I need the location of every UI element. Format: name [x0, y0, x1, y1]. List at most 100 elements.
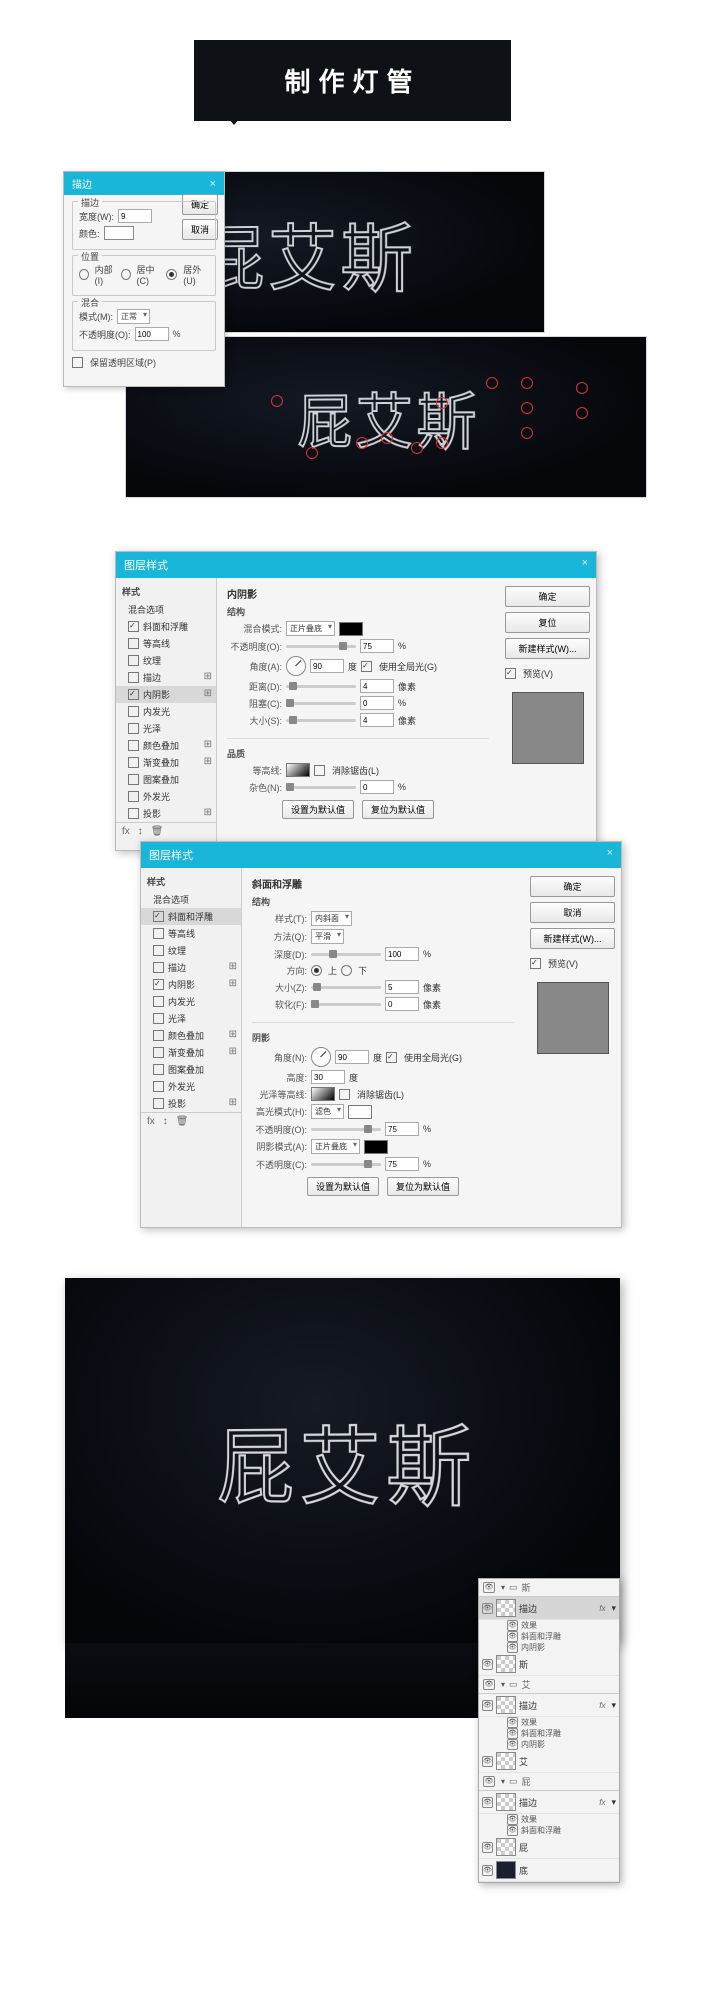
cancel-button[interactable]: 取消 [530, 902, 615, 923]
new-style-button[interactable]: 新建样式(W)... [505, 638, 590, 659]
gradient-overlay-item[interactable]: 渐变叠加⊞ [141, 1044, 241, 1061]
size-slider[interactable] [311, 986, 381, 989]
size-input[interactable] [360, 713, 394, 727]
eye-icon[interactable]: 👁 [482, 1756, 493, 1767]
dir-up-radio[interactable] [311, 965, 322, 976]
opacity-input[interactable] [360, 639, 394, 653]
highlight-opacity-input[interactable] [385, 1122, 419, 1136]
fx-icon[interactable]: fx [147, 1116, 155, 1127]
depth-input[interactable] [385, 947, 419, 961]
preview-check[interactable] [530, 958, 541, 969]
effect-row[interactable]: 👁效果 [479, 1814, 619, 1825]
satin-item[interactable]: 光泽 [141, 1010, 241, 1027]
effect-row[interactable]: 👁效果 [479, 1717, 619, 1728]
contour-picker[interactable] [286, 763, 310, 777]
arrow-icon[interactable]: ▾ [501, 1680, 505, 1689]
plus-icon[interactable]: ⊞ [229, 1097, 237, 1108]
noise-input[interactable] [360, 780, 394, 794]
drop-shadow-item[interactable]: 投影⊞ [116, 805, 216, 822]
layer-row[interactable]: 👁斯 [479, 1653, 619, 1676]
satin-item[interactable]: 光泽 [116, 720, 216, 737]
angle-input[interactable] [310, 659, 344, 673]
highlight-opacity-slider[interactable] [311, 1128, 381, 1131]
blend-options-item[interactable]: 混合选项 [116, 601, 216, 618]
eye-icon[interactable]: 👁 [482, 1700, 493, 1711]
eye-icon[interactable]: 👁 [483, 1679, 495, 1690]
texture-item[interactable]: 纹理 [116, 652, 216, 669]
layer-row[interactable]: 👁描边fx▾ [479, 1694, 619, 1717]
layer-row[interactable]: 👁底 [479, 1859, 619, 1882]
preserve-transparency-check[interactable] [72, 357, 83, 368]
angle-dial[interactable] [311, 1047, 331, 1067]
make-default-button[interactable]: 设置为默认值 [307, 1177, 379, 1196]
eye-icon[interactable]: 👁 [483, 1776, 495, 1787]
close-icon[interactable]: × [210, 178, 216, 190]
effect-row[interactable]: 👁内阴影 [479, 1739, 619, 1750]
shadow-opacity-input[interactable] [385, 1157, 419, 1171]
shadow-mode-select[interactable]: 正片叠底 [311, 1139, 360, 1154]
outer-glow-item[interactable]: 外发光 [141, 1078, 241, 1095]
distance-slider[interactable] [286, 685, 356, 688]
fx-icon[interactable]: fx [599, 1798, 608, 1807]
eye-icon[interactable]: 👁 [507, 1631, 518, 1642]
inner-shadow-item[interactable]: 内阴影⊞ [116, 686, 216, 703]
arrow-icon[interactable]: ↕ [138, 826, 143, 837]
shadow-color-swatch[interactable] [339, 622, 363, 636]
effect-row[interactable]: 👁效果 [479, 1620, 619, 1631]
layer-row[interactable]: 👁屁 [479, 1836, 619, 1859]
pos-outside-radio[interactable] [166, 269, 177, 280]
plus-icon[interactable]: ⊞ [229, 978, 237, 989]
size-input[interactable] [385, 980, 419, 994]
fx-icon[interactable]: fx [599, 1604, 608, 1613]
eye-icon[interactable]: 👁 [507, 1814, 518, 1825]
fx-icon[interactable]: fx [599, 1701, 608, 1710]
bevel-item[interactable]: 斜面和浮雕 [141, 908, 241, 925]
angle-dial[interactable] [286, 656, 306, 676]
eye-icon[interactable]: 👁 [507, 1739, 518, 1750]
eye-icon[interactable]: 👁 [482, 1659, 493, 1670]
plus-icon[interactable]: ⊞ [229, 961, 237, 972]
blend-options-item[interactable]: 混合选项 [141, 891, 241, 908]
soften-input[interactable] [385, 997, 419, 1011]
global-light-check[interactable] [361, 661, 372, 672]
inner-shadow-item[interactable]: 内阴影⊞ [141, 976, 241, 993]
close-icon[interactable]: × [607, 847, 613, 863]
reset-button[interactable]: 复位 [505, 612, 590, 633]
group-ai[interactable]: 艾 [522, 1678, 615, 1691]
gradient-overlay-item[interactable]: 渐变叠加⊞ [116, 754, 216, 771]
stroke-item[interactable]: 描边⊞ [116, 669, 216, 686]
plus-icon[interactable]: ⊞ [204, 739, 212, 750]
stroke-width-input[interactable] [118, 209, 152, 223]
trash-icon[interactable]: 🗑 [151, 826, 164, 837]
group-si[interactable]: 斯 [522, 1581, 615, 1594]
eye-icon[interactable]: 👁 [507, 1825, 518, 1836]
pos-inside-radio[interactable] [79, 269, 89, 280]
global-light-check[interactable] [386, 1052, 397, 1063]
plus-icon[interactable]: ⊞ [229, 1046, 237, 1057]
group-pi[interactable]: 屁 [522, 1775, 615, 1788]
drop-shadow-item[interactable]: 投影⊞ [141, 1095, 241, 1112]
bevel-item[interactable]: 斜面和浮雕 [116, 618, 216, 635]
gloss-contour-picker[interactable] [311, 1087, 335, 1101]
choke-input[interactable] [360, 696, 394, 710]
plus-icon[interactable]: ⊞ [204, 671, 212, 682]
eye-icon[interactable]: 👁 [507, 1642, 518, 1653]
close-icon[interactable]: × [582, 557, 588, 573]
altitude-input[interactable] [311, 1070, 345, 1084]
highlight-mode-select[interactable]: 滤色 [311, 1104, 344, 1119]
chevron-down-icon[interactable]: ▾ [611, 1603, 616, 1614]
blend-mode-select[interactable]: 正片叠底 [286, 621, 335, 636]
plus-icon[interactable]: ⊞ [204, 688, 212, 699]
fx-icon[interactable]: fx [122, 826, 130, 837]
eye-icon[interactable]: 👁 [482, 1842, 493, 1853]
bevel-style-select[interactable]: 内斜面 [311, 911, 352, 926]
outer-glow-item[interactable]: 外发光 [116, 788, 216, 805]
soften-slider[interactable] [311, 1003, 381, 1006]
layer-row[interactable]: 👁描边fx▾ [479, 1597, 619, 1620]
shadow-opacity-slider[interactable] [311, 1163, 381, 1166]
pos-center-radio[interactable] [121, 269, 131, 280]
layer-row[interactable]: 👁艾 [479, 1750, 619, 1773]
ok-button[interactable]: 确定 [530, 876, 615, 897]
pattern-overlay-item[interactable]: 图案叠加 [141, 1061, 241, 1078]
reset-default-button[interactable]: 复位为默认值 [362, 800, 434, 819]
